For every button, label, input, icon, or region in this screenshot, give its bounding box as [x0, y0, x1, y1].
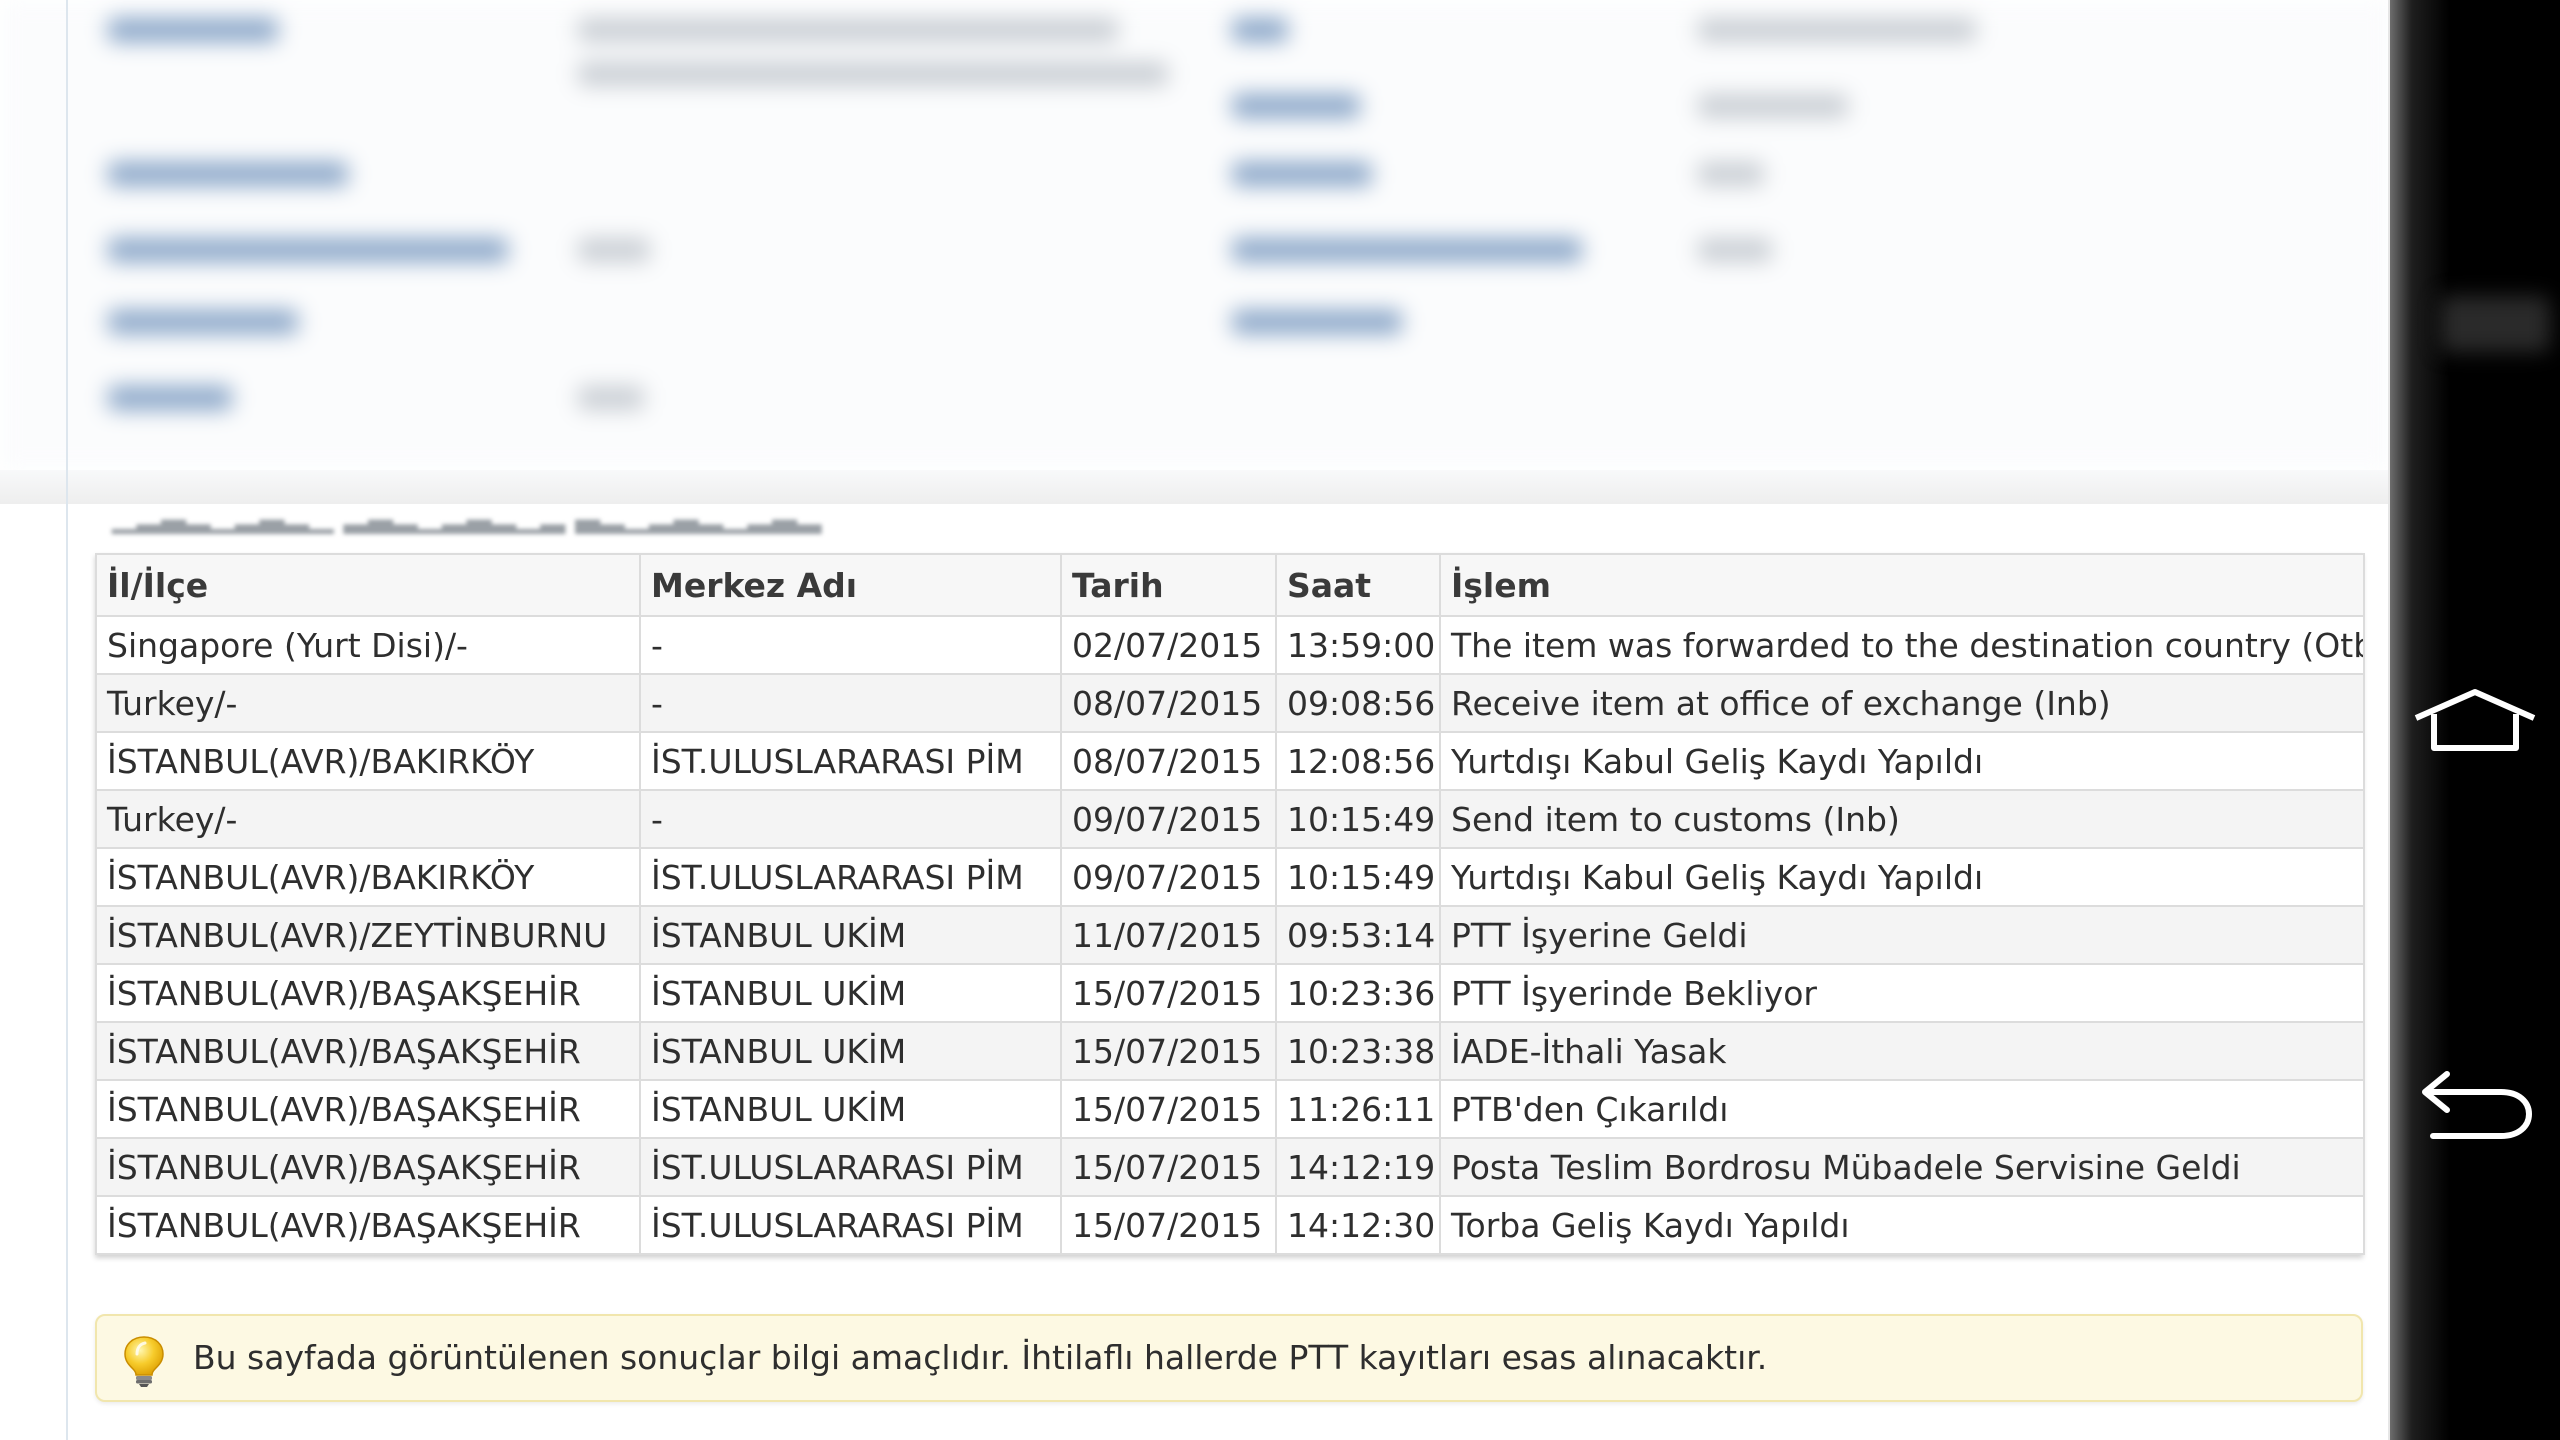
cell-center: İST.ULUSLARARASI PİM: [639, 1137, 1062, 1197]
navigation-ghost-element: [2440, 296, 2550, 352]
cell-city: İSTANBUL(AVR)/BAKIRKÖY: [95, 731, 641, 791]
cell-center: İST.ULUSLARARASI PİM: [639, 1195, 1062, 1255]
cell-operation: İADE-İthali Yasak: [1439, 1021, 2365, 1081]
cell-time: 13:59:00: [1275, 615, 1441, 675]
back-button[interactable]: [2405, 1058, 2545, 1158]
cell-city: Singapore (Yurt Disi)/-: [95, 615, 641, 675]
cell-city: İSTANBUL(AVR)/BAŞAKŞEHİR: [95, 1079, 641, 1139]
home-button[interactable]: [2405, 672, 2545, 772]
cell-time: 14:12:19: [1275, 1137, 1441, 1197]
cell-date: 11/07/2015: [1060, 905, 1277, 965]
cell-date: 08/07/2015: [1060, 673, 1277, 733]
cell-operation: Yurtdışı Kabul Geliş Kaydı Yapıldı: [1439, 847, 2365, 907]
cell-center: İST.ULUSLARARASI PİM: [639, 731, 1062, 791]
tracking-page: ▁▂▃▂▁▂▃▂▁ ▂▃▂▁▂▃▂▁▂ ▃▂▁▂▃▂▁▂▃▂ İl/İlçe M…: [0, 0, 2390, 1440]
cell-center: İSTANBUL UKİM: [639, 963, 1062, 1023]
column-header-time: Saat: [1275, 553, 1441, 617]
cell-city: İSTANBUL(AVR)/BAŞAKŞEHİR: [95, 1137, 641, 1197]
cell-operation: PTB'den Çıkarıldı: [1439, 1079, 2365, 1139]
cell-city: Turkey/-: [95, 673, 641, 733]
cell-operation: Receive item at office of exchange (Inb): [1439, 673, 2365, 733]
blurred-shipment-info: [0, 0, 2390, 470]
cell-time: 10:23:38: [1275, 1021, 1441, 1081]
cell-time: 10:15:49: [1275, 847, 1441, 907]
table-row: İSTANBUL(AVR)/BAŞAKŞEHİR İSTANBUL UKİM 1…: [95, 1021, 2365, 1081]
back-icon: [2413, 1070, 2537, 1146]
cell-center: İSTANBUL UKİM: [639, 905, 1062, 965]
cell-operation: Yurtdışı Kabul Geliş Kaydı Yapıldı: [1439, 731, 2365, 791]
cell-center: İSTANBUL UKİM: [639, 1079, 1062, 1139]
section-title-blurred: ▁▂▃▂▁▂▃▂▁ ▂▃▂▁▂▃▂▁▂ ▃▂▁▂▃▂▁▂▃▂: [112, 496, 822, 534]
cell-operation: PTT İşyerinde Bekliyor: [1439, 963, 2365, 1023]
cell-date: 15/07/2015: [1060, 1021, 1277, 1081]
column-header-operation: İşlem: [1439, 553, 2365, 617]
table-row: İSTANBUL(AVR)/BAŞAKŞEHİR İST.ULUSLARARAS…: [95, 1137, 2365, 1197]
column-header-center: Merkez Adı: [639, 553, 1062, 617]
cell-date: 15/07/2015: [1060, 1195, 1277, 1255]
table-row: Turkey/- - 08/07/2015 09:08:56 Receive i…: [95, 673, 2365, 733]
cell-date: 15/07/2015: [1060, 963, 1277, 1023]
cell-date: 15/07/2015: [1060, 1079, 1277, 1139]
cell-operation: Posta Teslim Bordrosu Mübadele Servisine…: [1439, 1137, 2365, 1197]
cell-date: 15/07/2015: [1060, 1137, 1277, 1197]
cell-city: İSTANBUL(AVR)/BAŞAKŞEHİR: [95, 963, 641, 1023]
info-note-text: Bu sayfada görüntülenen sonuçlar bilgi a…: [193, 1338, 1768, 1377]
cell-city: İSTANBUL(AVR)/ZEYTİNBURNU: [95, 905, 641, 965]
info-note: Bu sayfada görüntülenen sonuçlar bilgi a…: [95, 1314, 2363, 1402]
cell-date: 02/07/2015: [1060, 615, 1277, 675]
cell-date: 09/07/2015: [1060, 847, 1277, 907]
column-header-date: Tarih: [1060, 553, 1277, 617]
cell-center: İST.ULUSLARARASI PİM: [639, 847, 1062, 907]
table-row: İSTANBUL(AVR)/BAŞAKŞEHİR İSTANBUL UKİM 1…: [95, 1079, 2365, 1139]
cell-city: İSTANBUL(AVR)/BAŞAKŞEHİR: [95, 1021, 641, 1081]
cell-center: -: [639, 615, 1062, 675]
cell-city: İSTANBUL(AVR)/BAŞAKŞEHİR: [95, 1195, 641, 1255]
cell-time: 10:15:49: [1275, 789, 1441, 849]
home-icon: [2410, 688, 2540, 756]
table-row: İSTANBUL(AVR)/BAŞAKŞEHİR İST.ULUSLARARAS…: [95, 1195, 2365, 1255]
cell-time: 09:08:56: [1275, 673, 1441, 733]
movements-table: İl/İlçe Merkez Adı Tarih Saat İşlem Sing…: [95, 553, 2365, 1255]
table-header-row: İl/İlçe Merkez Adı Tarih Saat İşlem: [95, 553, 2365, 617]
cell-city: Turkey/-: [95, 789, 641, 849]
cell-city: İSTANBUL(AVR)/BAKIRKÖY: [95, 847, 641, 907]
cell-operation: PTT İşyerine Geldi: [1439, 905, 2365, 965]
table-row: Singapore (Yurt Disi)/- - 02/07/2015 13:…: [95, 615, 2365, 675]
screen: ▁▂▃▂▁▂▃▂▁ ▂▃▂▁▂▃▂▁▂ ▃▂▁▂▃▂▁▂▃▂ İl/İlçe M…: [0, 0, 2560, 1440]
movements-table-container: İl/İlçe Merkez Adı Tarih Saat İşlem Sing…: [95, 553, 2365, 1255]
cell-time: 09:53:14: [1275, 905, 1441, 965]
cell-center: İSTANBUL UKİM: [639, 1021, 1062, 1081]
cell-time: 11:26:11: [1275, 1079, 1441, 1139]
column-header-city: İl/İlçe: [95, 553, 641, 617]
table-row: İSTANBUL(AVR)/BAKIRKÖY İST.ULUSLARARASI …: [95, 731, 2365, 791]
table-row: İSTANBUL(AVR)/BAŞAKŞEHİR İSTANBUL UKİM 1…: [95, 963, 2365, 1023]
table-row: Turkey/- - 09/07/2015 10:15:49 Send item…: [95, 789, 2365, 849]
cell-time: 10:23:36: [1275, 963, 1441, 1023]
left-divider: [66, 0, 68, 1440]
cell-date: 08/07/2015: [1060, 731, 1277, 791]
cell-time: 14:12:30: [1275, 1195, 1441, 1255]
cell-operation: Torba Geliş Kaydı Yapıldı: [1439, 1195, 2365, 1255]
cell-date: 09/07/2015: [1060, 789, 1277, 849]
cell-center: -: [639, 673, 1062, 733]
table-row: İSTANBUL(AVR)/ZEYTİNBURNU İSTANBUL UKİM …: [95, 905, 2365, 965]
cell-center: -: [639, 789, 1062, 849]
cell-operation: Send item to customs (Inb): [1439, 789, 2365, 849]
lightbulb-icon: [121, 1334, 167, 1388]
table-row: İSTANBUL(AVR)/BAKIRKÖY İST.ULUSLARARASI …: [95, 847, 2365, 907]
cell-operation: The item was forwarded to the destinatio…: [1439, 615, 2365, 675]
cell-time: 12:08:56: [1275, 731, 1441, 791]
